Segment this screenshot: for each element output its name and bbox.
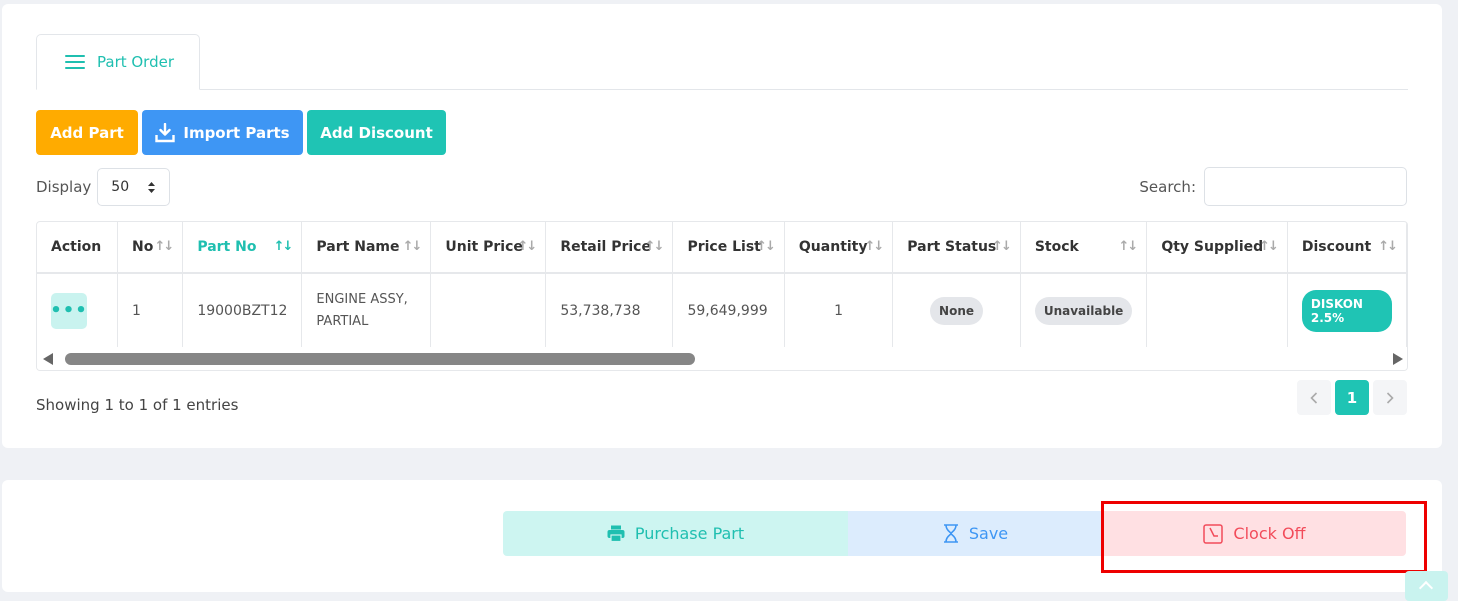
save-button[interactable]: Save: [848, 511, 1103, 556]
chevron-right-icon: [1386, 391, 1394, 404]
col-label: Part Name: [316, 239, 400, 255]
cell-part-name: ENGINE ASSY, PARTIAL: [301, 273, 432, 347]
cell-unit-price: [430, 273, 547, 347]
search-control: Search:: [1139, 167, 1407, 206]
col-label: Qty Supplied: [1161, 239, 1264, 255]
col-qty-supplied[interactable]: Qty Supplied ↑↓: [1146, 222, 1288, 274]
import-parts-label: Import Parts: [183, 123, 290, 142]
sort-icon: ↑↓: [864, 239, 884, 254]
table-header-row: Action No ↑↓ Part No ↑↓ Part Name ↑↓ Unit P…: [37, 222, 1407, 274]
page-length-select[interactable]: 50: [97, 168, 171, 206]
menu-icon: [65, 54, 87, 70]
cell-part-status: None: [892, 273, 1021, 347]
sort-arrows-icon: [148, 181, 156, 193]
tab-label: Part Order: [97, 53, 175, 71]
sort-icon: ↑↓: [154, 239, 175, 254]
scrollbar-thumb[interactable]: [65, 353, 695, 365]
col-unit-price[interactable]: Unit Price ↑↓: [430, 222, 547, 274]
import-parts-button[interactable]: Import Parts: [142, 110, 303, 155]
col-price-list[interactable]: Price List ↑↓: [672, 222, 785, 274]
col-retail-price[interactable]: Retail Price ↑↓: [545, 222, 674, 274]
part-name-text: ENGINE ASSY, PARTIAL: [316, 291, 408, 329]
sort-icon: ↑↓: [1259, 239, 1279, 254]
display-label: Display: [36, 178, 92, 196]
discount-badge: DISKON 2.5%: [1301, 289, 1392, 332]
sort-icon: ↑↓: [644, 239, 665, 254]
chevron-left-icon: [1310, 391, 1318, 404]
page-length-control: Display 50: [36, 168, 171, 206]
col-label: No: [132, 239, 154, 255]
part-status-badge: None: [930, 296, 984, 325]
stock-badge: Unavailable: [1034, 296, 1133, 325]
page-button[interactable]: 1: [1335, 380, 1369, 415]
hourglass-icon: [943, 524, 958, 543]
scroll-to-top-button[interactable]: [1405, 571, 1448, 601]
download-icon: [155, 122, 176, 142]
parts-table: Action No ↑↓ Part No ↑↓ Part Name ↑↓ Unit P…: [36, 221, 1408, 371]
next-page-button[interactable]: [1373, 380, 1407, 415]
sort-icon: ↑↓: [402, 239, 423, 254]
cell-qty-supplied: [1146, 273, 1288, 347]
col-action[interactable]: Action: [37, 222, 119, 274]
highlight-box: [1101, 501, 1427, 573]
sort-icon: ↑↓: [517, 239, 538, 254]
col-label: Action: [51, 239, 102, 255]
col-label: Part Status: [907, 239, 997, 255]
ellipsis-icon: •••: [50, 300, 88, 321]
add-part-label: Add Part: [50, 123, 124, 142]
col-label: Discount: [1301, 239, 1372, 255]
cell-stock: Unavailable: [1020, 273, 1148, 347]
prev-page-button[interactable]: [1297, 380, 1331, 415]
col-quantity[interactable]: Quantity ↑↓: [784, 222, 894, 274]
col-label: Retail Price: [560, 239, 651, 255]
table-row: ••• 1 19000BZT12 ENGINE ASSY, PARTIAL 53…: [37, 273, 1407, 347]
sort-icon: ↑↓: [1118, 239, 1139, 254]
cell-discount: DISKON 2.5%: [1287, 273, 1407, 347]
page-length-value: 50: [111, 179, 130, 195]
actions-card: Purchase Part Save Clock Off: [2, 480, 1442, 592]
col-part-no[interactable]: Part No ↑↓: [182, 222, 303, 274]
add-part-button[interactable]: Add Part: [36, 110, 138, 155]
scroll-right-icon[interactable]: [1393, 353, 1403, 365]
tab-bar: Part Order: [36, 34, 1408, 90]
add-discount-label: Add Discount: [320, 123, 433, 142]
search-input[interactable]: [1204, 167, 1407, 206]
col-part-name[interactable]: Part Name ↑↓: [301, 222, 432, 274]
more-options-button[interactable]: •••: [50, 292, 88, 329]
cell-part-no: 19000BZT12: [182, 273, 303, 347]
tab-part-order[interactable]: Part Order: [36, 34, 200, 90]
part-order-card: Part Order Add Part Import Parts Add Dis…: [2, 4, 1442, 448]
col-no[interactable]: No ↑↓: [117, 222, 184, 274]
search-label: Search:: [1139, 177, 1196, 196]
col-part-status[interactable]: Part Status ↑↓: [892, 222, 1021, 274]
col-label: Price List: [687, 239, 761, 255]
sort-icon: ↑↓: [273, 239, 294, 254]
col-discount[interactable]: Discount ↑↓: [1287, 222, 1407, 274]
cell-no: 1: [117, 273, 184, 347]
col-label: Part No: [197, 239, 257, 255]
purchase-part-label: Purchase Part: [634, 524, 745, 543]
sort-icon: ↑↓: [756, 239, 776, 254]
cell-retail-price: 53,738,738: [545, 273, 674, 347]
col-label: Stock: [1034, 239, 1079, 255]
col-stock[interactable]: Stock ↑↓: [1020, 222, 1148, 274]
scroll-left-icon[interactable]: [43, 353, 53, 365]
purchase-part-button[interactable]: Purchase Part: [503, 511, 848, 556]
sort-icon: ↑↓: [1378, 239, 1398, 254]
printer-icon: [607, 525, 625, 542]
pagination: 1: [1297, 380, 1407, 415]
cell-action: •••: [37, 273, 119, 347]
cell-price-list: 59,649,999: [672, 273, 785, 347]
add-discount-button[interactable]: Add Discount: [307, 110, 446, 155]
toolbar: Add Part Import Parts Add Discount: [36, 110, 446, 155]
col-label: Unit Price: [445, 239, 523, 255]
sort-icon: ↑↓: [992, 239, 1012, 254]
save-label: Save: [968, 524, 1009, 543]
entries-info: Showing 1 to 1 of 1 entries: [36, 396, 239, 414]
cell-quantity: 1: [784, 273, 894, 347]
col-label: Quantity: [798, 239, 868, 255]
horizontal-scrollbar[interactable]: [37, 348, 1407, 370]
